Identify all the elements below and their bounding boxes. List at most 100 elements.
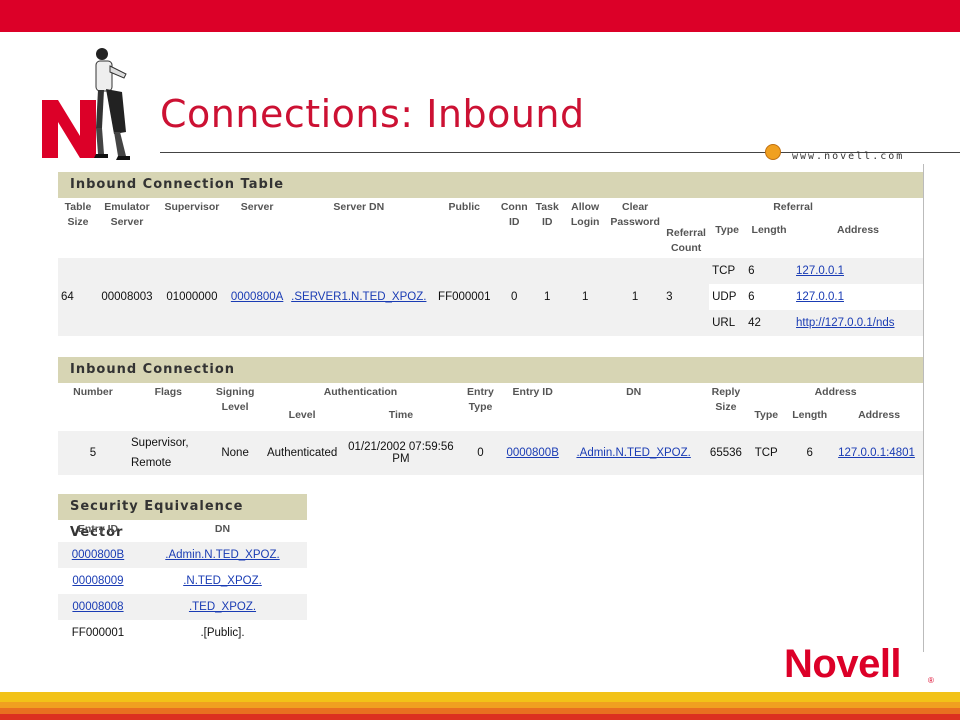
cell-number: 5 <box>58 431 128 475</box>
header-referral-length: Length <box>751 224 787 236</box>
registered-mark: ® <box>928 676 934 685</box>
cell-dn: .Admin.N.TED_XPOZ. <box>138 542 307 568</box>
cell-entry-id: 00008008 <box>58 594 138 620</box>
header-address-address: Address <box>858 409 901 421</box>
flags-line: Supervisor, <box>131 437 189 449</box>
header-signing-level: Signing Level <box>215 386 255 413</box>
website-url: www.novell.com <box>792 151 905 162</box>
header-authentication: Authentication <box>323 386 398 398</box>
section-heading: Inbound Connection <box>58 357 923 383</box>
header-auth-time: Time <box>388 409 414 421</box>
header-table-size: Table Size <box>64 201 92 228</box>
table-row: 00008009 .N.TED_XPOZ. <box>58 568 307 594</box>
security-equivalence-vector-section: Security Equivalence Vector Entry ID DN … <box>58 494 307 646</box>
server-dn-link[interactable]: .SERVER1.N.TED_XPOZ. <box>291 291 426 303</box>
cell-referral-count: 3 <box>663 258 710 336</box>
section-heading: Inbound Connection Table <box>58 172 923 198</box>
dn-link[interactable]: .N.TED_XPOZ. <box>183 575 262 587</box>
entry-id-link[interactable]: 00008008 <box>72 601 123 613</box>
inbound-connection-table: Number Flags Signing Level Authenticatio… <box>58 383 923 475</box>
header-referral-type: Type <box>715 224 739 236</box>
cell-dn: .[Public]. <box>200 627 245 639</box>
server-link[interactable]: 0000800A <box>231 291 283 303</box>
person-figure-illustration <box>94 48 130 160</box>
inbound-connection-table: Table Size Emulator Server Supervisor Se… <box>58 198 923 336</box>
cell-referral-type: URL <box>709 310 746 336</box>
cell-allow-login: 1 <box>563 258 608 336</box>
cell-entry-id: FF000001 <box>71 627 125 639</box>
cell-conn-id: 0 <box>497 258 532 336</box>
referral-address-link[interactable]: http://127.0.0.1/nds <box>796 317 894 329</box>
cell-referral-length: 6 <box>748 291 755 303</box>
cell-referral-type: UDP <box>712 291 737 303</box>
cell-table-size: 64 <box>58 258 98 336</box>
flags-line: Remote <box>131 457 172 469</box>
cell-entry-id: 00008009 <box>58 568 138 594</box>
cell-auth-time: 01/21/2002 07:59:56 PM <box>342 431 460 475</box>
cell-referral-length: 6 <box>745 258 794 284</box>
header-task-id: Task ID <box>535 201 559 228</box>
cell-public: FF000001 <box>431 258 498 336</box>
cell-referral-address: 127.0.0.1 <box>793 258 923 284</box>
header-address-length: Length <box>792 409 828 421</box>
dn-link[interactable]: .TED_XPOZ. <box>189 601 256 613</box>
entry-id-link[interactable]: 0000800B <box>72 549 124 561</box>
cell-server: 0000800A <box>227 258 287 336</box>
header-referral-address: Address <box>837 224 880 236</box>
entry-id-link[interactable]: 0000800B <box>506 447 558 459</box>
cell-supervisor: 01000000 <box>155 258 228 336</box>
cell-entry-id: 0000800B <box>501 431 564 475</box>
cell-referral-address: http://127.0.0.1/nds <box>793 310 923 336</box>
header-allow-login: Allow Login <box>570 201 600 228</box>
dn-link[interactable]: .Admin.N.TED_XPOZ. <box>165 549 279 561</box>
cell-dn: .Admin.N.TED_XPOZ. <box>563 431 704 475</box>
header-entry-id: Entry ID <box>512 386 553 398</box>
header-referral-count: Referral Count <box>666 227 706 254</box>
header-reply-size: Reply Size <box>711 386 741 413</box>
cell-reply-size: 65536 <box>703 431 749 475</box>
section-heading: Security Equivalence Vector <box>58 494 307 540</box>
header-emulator-server: Emulator Server <box>104 201 150 228</box>
header-server-dn: Server DN <box>333 201 385 213</box>
cell-dn: .TED_XPOZ. <box>138 594 307 620</box>
table-row: FF000001 .[Public]. <box>58 620 307 646</box>
cell-clear-password: 1 <box>607 258 664 336</box>
dn-link[interactable]: .Admin.N.TED_XPOZ. <box>576 447 690 459</box>
cell-task-id: 1 <box>531 258 564 336</box>
header-referral: Referral <box>773 201 813 213</box>
referral-address-link[interactable]: 127.0.0.1 <box>796 291 844 303</box>
address-link[interactable]: 127.0.0.1:4801 <box>838 447 915 459</box>
header-address-type: Type <box>754 409 779 421</box>
cell-dn: .N.TED_XPOZ. <box>138 568 307 594</box>
top-red-bar <box>0 0 960 32</box>
cell-referral-length: 42 <box>745 310 794 336</box>
cell-emulator-server: 00008003 <box>97 258 156 336</box>
header-server: Server <box>240 201 274 213</box>
header-supervisor: Supervisor <box>164 201 220 213</box>
header-address: Address <box>814 386 857 398</box>
cell-address: 127.0.0.1:4801 <box>835 431 923 475</box>
novell-brand-logo: Novell <box>784 642 902 686</box>
cell-address-type: TCP <box>748 431 785 475</box>
entry-id-link[interactable]: 00008009 <box>72 575 123 587</box>
header-clear-password: Clear Password <box>610 201 660 228</box>
right-border-line <box>923 164 924 652</box>
header-flags: Flags <box>154 386 183 398</box>
cell-address-length: 6 <box>784 431 836 475</box>
header-number: Number <box>73 386 113 398</box>
footer-stripes <box>0 690 960 720</box>
header-dn: DN <box>214 523 231 535</box>
referral-address-link[interactable]: 127.0.0.1 <box>796 265 844 277</box>
cell-flags: Supervisor, Remote <box>128 431 209 475</box>
header-auth-level: Level <box>288 409 316 421</box>
cell-entry-type: 0 <box>459 431 502 475</box>
cell-server-dn: .SERVER1.N.TED_XPOZ. <box>286 258 432 336</box>
orange-dot-marker <box>765 144 781 160</box>
header-conn-id: Conn ID <box>500 201 528 228</box>
table-row: 5 Supervisor, Remote None Authenticated … <box>58 431 923 475</box>
cell-auth-level: Authenticated <box>261 431 343 475</box>
inbound-connection-section: Inbound Connection Number Flags Signing … <box>58 357 923 475</box>
inbound-connection-table-section: Inbound Connection Table Table Size Emul… <box>58 172 923 336</box>
header-dn: DN <box>626 386 642 398</box>
header-public: Public <box>448 201 481 213</box>
